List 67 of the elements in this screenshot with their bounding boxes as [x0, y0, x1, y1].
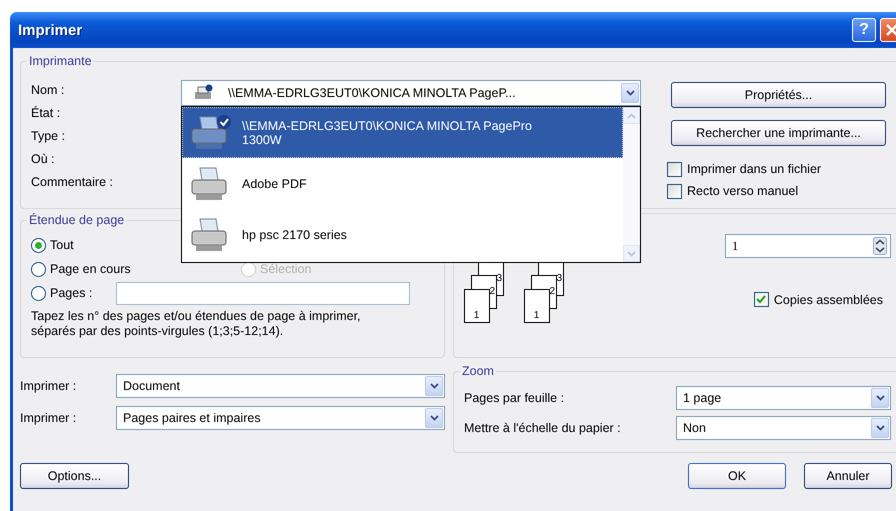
checkbox-option[interactable]: Imprimer dans un fichier — [667, 158, 886, 180]
field-label: Imprimer : — [20, 379, 78, 393]
checkbox-option[interactable]: Recto verso manuel — [667, 180, 886, 202]
group-label: Étendue de page — [28, 213, 126, 227]
checkbox[interactable] — [667, 184, 682, 198]
printer-combo[interactable]: \\EMMA-EDRLG3EUT0\KONICA MINOLTA PageP... — [181, 80, 641, 106]
select-value: Non — [682, 421, 707, 435]
select-field[interactable]: Document — [116, 374, 445, 398]
chevron-icon — [627, 112, 636, 118]
close-icon — [885, 23, 896, 37]
printer-icon — [192, 84, 214, 102]
field-label: Nom : — [31, 82, 66, 99]
radio-button[interactable] — [31, 262, 46, 276]
printer-list-item[interactable]: \\EMMA-EDRLG3EUT0\KONICA MINOLTA PagePro 1300W — [182, 107, 623, 158]
cancel-button[interactable]: Annuler — [804, 463, 892, 489]
chevron-icon — [876, 395, 884, 401]
field-label: Pages par feuille : — [464, 391, 566, 405]
checkbox[interactable] — [754, 292, 769, 307]
chevron-icon — [430, 415, 438, 421]
chevron-icon — [876, 425, 884, 431]
printer-name: Adobe PDF — [242, 176, 308, 190]
select-value: 1 page — [682, 391, 722, 405]
printer-list-item[interactable]: hp psc 2170 series — [182, 209, 623, 260]
copies-count: 1 — [732, 238, 738, 254]
checkbox-option[interactable]: Copies assemblées — [754, 288, 883, 310]
dropdown-button[interactable] — [871, 388, 889, 408]
dialog-button[interactable]: Rechercher une imprimante... — [671, 120, 886, 146]
pages-input-field[interactable] — [116, 282, 410, 304]
select-value: Pages paires et impaires — [122, 411, 262, 425]
radio-option[interactable]: Tout — [31, 235, 74, 255]
page-sheet: 1 — [524, 289, 550, 323]
hint-text: Tapez les n° des pages et/ou étendues de page à imprimer, séparés par des points-virgules (1;3;5-12;14). — [31, 309, 362, 339]
dialog-button[interactable]: Propriétés... — [671, 82, 886, 108]
select-field[interactable]: Pages paires et impaires — [116, 406, 445, 430]
radio-option[interactable]: Pages : — [31, 283, 410, 303]
group-label: Zoom — [461, 364, 495, 378]
printer-name: hp psc 2170 series — [242, 228, 348, 242]
dropdown-button[interactable] — [621, 83, 639, 103]
field-label: Imprimer : — [20, 411, 78, 425]
printer-list-item[interactable]: Adobe PDF — [182, 158, 623, 209]
field-label: Mettre à l'échelle du papier : — [464, 421, 622, 435]
dropdown-button[interactable] — [425, 376, 443, 396]
ok-button[interactable]: OK — [688, 463, 786, 489]
combo-value: \\EMMA-EDRLG3EUT0\KONICA MINOLTA PageP... — [228, 86, 517, 100]
dropdown-button[interactable] — [425, 408, 443, 428]
radio-button[interactable] — [31, 286, 46, 300]
chevron-icon — [627, 250, 636, 256]
page-sheet: 1 — [464, 289, 490, 323]
chevron-icon — [430, 383, 438, 389]
select-field[interactable]: Non — [676, 416, 891, 440]
options-button[interactable]: Options... — [20, 463, 129, 489]
copies-spinner[interactable]: 1 — [725, 234, 891, 258]
field-label: Commentaire : — [31, 174, 114, 191]
checkbox[interactable] — [667, 162, 682, 176]
group-label: Imprimante — [28, 54, 93, 68]
chevron-icon — [626, 90, 634, 96]
field-label: Type : — [31, 128, 66, 145]
dropdown-button[interactable] — [871, 418, 889, 438]
select-field[interactable]: 1 page — [676, 386, 891, 410]
select-value: Document — [122, 379, 181, 393]
window-title: Imprimer — [18, 22, 84, 38]
radio-option[interactable]: Page en cours — [31, 259, 231, 279]
field-label: État : — [31, 105, 62, 122]
spin-arrows-icon[interactable] — [873, 237, 887, 255]
printer-name: \\EMMA-EDRLG3EUT0\KONICA MINOLTA PagePro 1300W — [242, 118, 533, 146]
field-label: Où : — [31, 151, 56, 168]
radio-button[interactable] — [31, 238, 46, 252]
